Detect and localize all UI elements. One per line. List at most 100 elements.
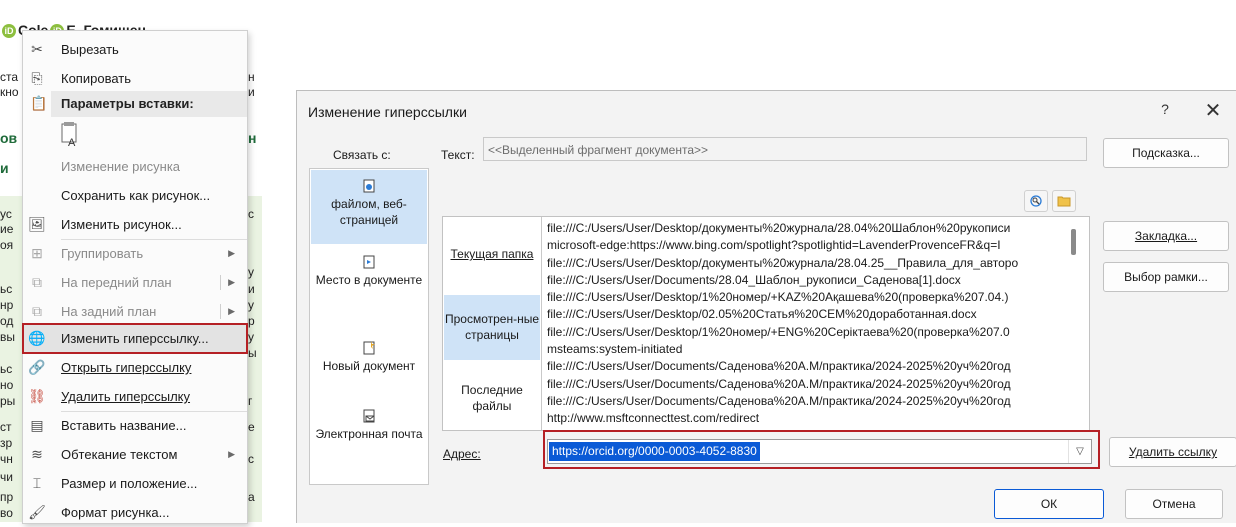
doc-fragment: зр — [0, 436, 13, 450]
button-label: Закладка... — [1134, 229, 1198, 243]
scissors-icon: ✂ — [31, 41, 43, 57]
menu-item-copy[interactable]: ⎘ Копировать — [23, 64, 247, 93]
submenu-arrow-icon: ▶ — [228, 306, 235, 316]
list-item[interactable]: file:///C:/Users/User/Desktop/1%20номер/… — [547, 324, 1067, 341]
context-menu: ✂ Вырезать ⎘ Копировать 📋 Параметры вста… — [22, 30, 248, 524]
text-to-display-input[interactable]: <<Выделенный фрагмент документа>> — [483, 137, 1087, 161]
link-type-label: файлом, веб-страницей — [331, 197, 407, 227]
nav-label: Последние файлы — [461, 383, 523, 413]
menu-item-label: Вставить название... — [61, 418, 187, 433]
menu-item-wrap-text[interactable]: ≋ Обтекание текстом ▶ — [23, 440, 247, 469]
list-item[interactable]: file:///C:/Users/User/Desktop/документы%… — [547, 220, 1067, 237]
doc-fragment: у — [248, 298, 254, 312]
paste-picture-icon[interactable]: A — [60, 122, 82, 148]
new-document-icon — [363, 341, 375, 355]
list-item[interactable]: file:///C:/Users/User/Desktop/документы%… — [547, 255, 1067, 272]
folder-icon — [1057, 196, 1071, 207]
file-list-scrollbar[interactable] — [1071, 229, 1076, 255]
doc-fragment: н — [248, 70, 255, 84]
format-brush-icon: 🖌 — [28, 504, 46, 520]
address-input[interactable]: https://orcid.org/0000-0003-4052-8830 ▽ — [547, 439, 1092, 464]
doc-fragment: ст — [0, 420, 12, 434]
menu-item-open-hyperlink[interactable]: 🔗 Открыть гиперссылку — [23, 353, 247, 382]
help-button[interactable]: ? — [1152, 101, 1178, 123]
menu-item-format-picture[interactable]: 🖌 Формат рисунка... — [23, 498, 247, 527]
doc-fragment: н — [248, 130, 257, 146]
ok-button[interactable]: ОК — [994, 489, 1104, 519]
menu-item-bring-forward: ⧉ На передний план ▶ — [23, 268, 247, 297]
clipboard-icon: 📋 — [30, 95, 48, 111]
nav-current-folder[interactable]: Текущая папка — [444, 217, 540, 295]
browse-web-button[interactable] — [1024, 190, 1048, 212]
file-list: file:///C:/Users/User/Desktop/документы%… — [547, 220, 1067, 428]
cancel-button[interactable]: Отмена — [1125, 489, 1223, 519]
doc-fragment: и — [248, 85, 255, 99]
doc-fragment: с — [248, 452, 254, 466]
doc-fragment: у — [248, 330, 254, 344]
nav-label: Текущая папка — [450, 247, 534, 261]
list-item[interactable]: microsoft-edge:https://www.bing.com/spot… — [547, 237, 1067, 254]
submenu-arrow-icon: ▶ — [228, 248, 235, 258]
menu-item-label: Обтекание текстом — [61, 447, 178, 462]
doc-fragment: а — [248, 490, 255, 504]
menu-item-change-picture[interactable]: 🖼 Изменить рисунок... — [23, 210, 247, 239]
list-item[interactable]: file:///C:/Users/User/Documents/Саденова… — [547, 376, 1067, 393]
copy-icon: ⎘ — [31, 70, 43, 86]
doc-fragment: ов — [0, 130, 18, 146]
menu-item-cut[interactable]: ✂ Вырезать — [23, 35, 247, 64]
link-type-email[interactable]: Электронная почта — [311, 409, 427, 442]
address-label: Адрес: — [443, 447, 481, 461]
close-button[interactable]: ✕ — [1198, 99, 1228, 125]
change-picture-icon: 🖼 — [28, 216, 46, 232]
place-in-document-icon — [363, 255, 375, 269]
submenu-arrow-icon: ▶ — [228, 449, 235, 459]
link-type-new-document[interactable]: Новый документ — [311, 341, 427, 374]
doc-fragment: во — [0, 506, 13, 520]
menu-item-remove-hyperlink[interactable]: ⛓ Удалить гиперссылку — [23, 382, 247, 411]
list-item[interactable]: file:///C:/Users/User/Documents/Саденова… — [547, 358, 1067, 375]
remove-link-button[interactable]: Удалить ссылку — [1109, 437, 1236, 467]
remove-link-icon: ⛓ — [28, 388, 46, 404]
doc-fragment: ус — [0, 207, 12, 221]
link-type-file-web[interactable]: файлом, веб-страницей — [311, 170, 427, 244]
chevron-down-icon[interactable]: ▽ — [1068, 440, 1091, 463]
globe-link-icon: 🌐 — [28, 330, 46, 346]
menu-item-save-as-picture[interactable]: Сохранить как рисунок... — [23, 181, 247, 210]
menu-item-label: Изменение рисунка — [61, 159, 181, 174]
bring-forward-icon: ⧉ — [32, 274, 42, 290]
doc-fragment: ста — [0, 70, 19, 84]
doc-fragment: оя — [0, 238, 14, 252]
menu-item-insert-caption[interactable]: ▤ Вставить название... — [23, 411, 247, 440]
menu-item-edit-hyperlink[interactable]: 🌐 Изменить гиперссылку... — [22, 323, 248, 354]
doc-fragment: г — [248, 394, 253, 408]
nav-recent-files[interactable]: Последние файлы — [444, 360, 540, 430]
doc-fragment: пр — [0, 490, 14, 504]
menu-item-label: На передний план — [61, 275, 172, 290]
doc-fragment: ие — [0, 222, 14, 236]
doc-fragment: и — [248, 282, 255, 296]
list-item[interactable]: file:///C:/Users/User/Desktop/1%20номер/… — [547, 289, 1067, 306]
screentip-button[interactable]: Подсказка... — [1103, 138, 1229, 168]
target-frame-button[interactable]: Выбор рамки... — [1103, 262, 1229, 292]
list-item[interactable]: file:///C:/Users/User/Desktop/02.05%20Ст… — [547, 306, 1067, 323]
menu-item-label: Сохранить как рисунок... — [61, 188, 211, 203]
link-type-label: Электронная почта — [315, 427, 423, 441]
doc-fragment: кно — [0, 85, 19, 99]
doc-fragment: чи — [0, 470, 13, 484]
send-backward-icon: ⧉ — [32, 303, 42, 319]
svg-text:A: A — [68, 137, 76, 148]
doc-fragment: чн — [0, 452, 13, 466]
bookmark-button[interactable]: Закладка... — [1103, 221, 1229, 251]
menu-item-label: Копировать — [61, 71, 131, 86]
list-item[interactable]: msteams:system-initiated — [547, 341, 1067, 358]
list-item[interactable]: http://www.msftconnecttest.com/redirect — [547, 410, 1067, 427]
link-type-panel: файлом, веб-страницей Место в документе … — [309, 168, 429, 485]
link-to-label: Связать с: — [333, 148, 391, 162]
menu-item-size-position[interactable]: ⌶ Размер и положение... — [23, 469, 247, 498]
list-item[interactable]: file:///C:/Users/User/Documents/28.04_Ша… — [547, 272, 1067, 289]
nav-browsed-pages[interactable]: Просмотрен-ные страницы — [444, 295, 540, 360]
link-type-place-in-document[interactable]: Место в документе — [311, 255, 427, 288]
browse-list-box: Текущая папка Просмотрен-ные страницы По… — [442, 216, 1090, 431]
browse-file-button[interactable] — [1052, 190, 1076, 212]
list-item[interactable]: file:///C:/Users/User/Documents/Саденова… — [547, 393, 1067, 410]
